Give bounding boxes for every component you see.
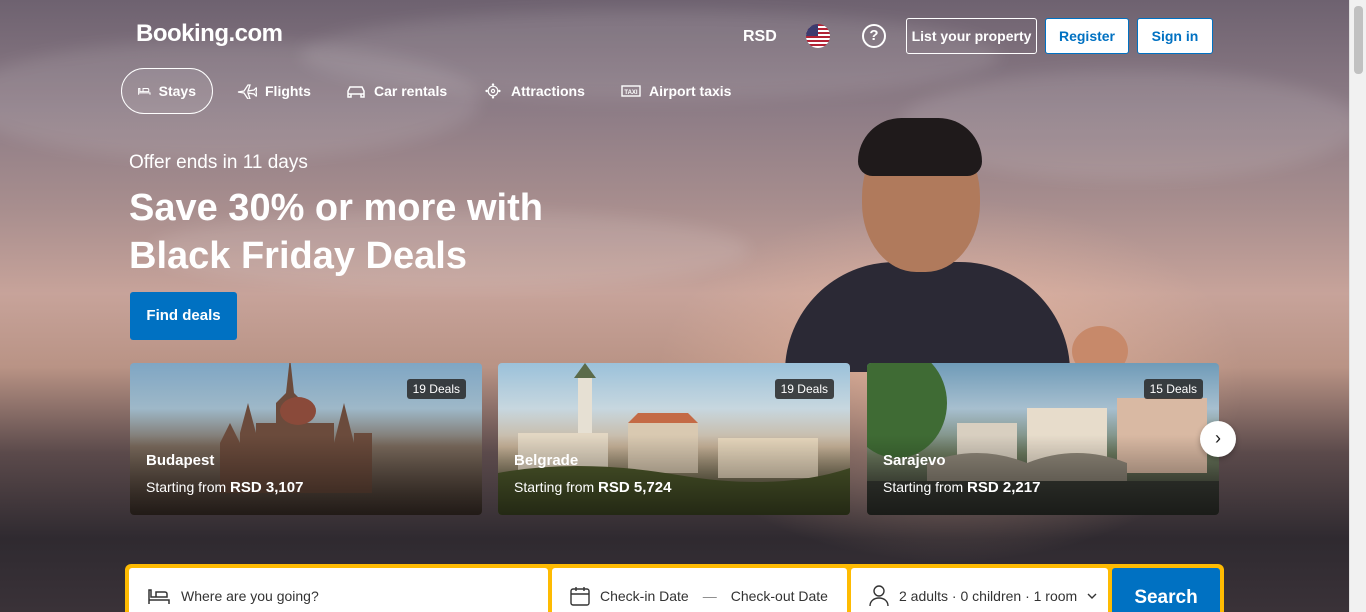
register-button[interactable]: Register <box>1045 18 1129 54</box>
guests-summary: 2 adults · 0 children · 1 room <box>899 588 1078 604</box>
deal-card-sarajevo[interactable]: 15 Deals Sarajevo Starting from RSD 2,21… <box>867 363 1219 515</box>
find-deals-button[interactable]: Find deals <box>130 292 237 340</box>
deal-count-badge: 19 Deals <box>406 379 466 399</box>
nav-tab-label: Airport taxis <box>649 83 732 99</box>
hero-headline: Save 30% or more with Black Friday Deals <box>129 184 649 280</box>
scrollbar-thumb[interactable] <box>1354 6 1363 74</box>
person-icon <box>869 585 889 607</box>
bed-icon <box>138 87 151 95</box>
deal-count-badge: 15 Deals <box>1143 379 1203 399</box>
car-icon <box>347 86 365 98</box>
calendar-icon <box>570 587 590 606</box>
destination-field[interactable]: Where are you going? <box>129 568 548 612</box>
bed-icon <box>148 589 170 604</box>
hero-person-hair <box>858 118 982 176</box>
nav-tab-airport-taxis[interactable]: TAXI Airport taxis <box>605 68 747 114</box>
page-scrollbar[interactable] <box>1349 0 1366 612</box>
nav-tab-label: Flights <box>265 83 311 99</box>
help-icon[interactable]: ? <box>862 24 886 48</box>
checkin-date[interactable]: Check-in Date <box>600 588 689 604</box>
deal-city: Budapest <box>146 452 215 469</box>
date-separator: — <box>702 588 717 604</box>
deal-card-budapest[interactable]: 19 Deals Budapest Starting from RSD 3,10… <box>130 363 482 515</box>
deal-price: Starting from RSD 3,107 <box>146 479 304 496</box>
chevron-down-icon <box>1087 593 1097 599</box>
nav-tab-label: Stays <box>158 83 196 99</box>
ferris-wheel-icon <box>485 83 501 99</box>
carousel-next-button[interactable]: › <box>1200 421 1236 457</box>
offer-countdown: Offer ends in 11 days <box>129 152 308 173</box>
deal-city: Sarajevo <box>883 452 946 469</box>
sign-in-button[interactable]: Sign in <box>1137 18 1213 54</box>
booking-logo[interactable]: Booking.com <box>136 20 283 48</box>
guests-field[interactable]: 2 adults · 0 children · 1 room <box>851 568 1108 612</box>
list-property-button[interactable]: List your property <box>906 18 1037 54</box>
nav-tab-car-rentals[interactable]: Car rentals <box>330 68 463 114</box>
checkout-date[interactable]: Check-out Date <box>731 588 828 604</box>
date-range-field[interactable]: Check-in Date — Check-out Date <box>552 568 847 612</box>
headline-line-2: Black Friday Deals <box>129 235 467 277</box>
taxi-icon: TAXI <box>621 85 641 97</box>
deal-price: Starting from RSD 5,724 <box>514 479 672 496</box>
deal-price: Starting from RSD 2,217 <box>883 479 1041 496</box>
nav-tab-label: Attractions <box>511 83 585 99</box>
us-flag-icon[interactable] <box>806 24 830 48</box>
headline-line-1: Save 30% or more with <box>129 187 543 229</box>
nav-tab-attractions[interactable]: Attractions <box>467 68 601 114</box>
destination-placeholder: Where are you going? <box>181 588 319 604</box>
deal-card-belgrade[interactable]: 19 Deals Belgrade Starting from RSD 5,72… <box>498 363 850 515</box>
nav-tab-label: Car rentals <box>374 83 448 99</box>
currency-selector[interactable]: RSD <box>743 28 777 46</box>
plane-icon <box>237 84 257 99</box>
nav-tab-stays[interactable]: Stays <box>121 68 213 114</box>
svg-text:TAXI: TAXI <box>624 90 638 96</box>
search-bar: Where are you going? Check-in Date — Che… <box>125 564 1224 612</box>
search-button[interactable]: Search <box>1112 568 1220 612</box>
deal-count-badge: 19 Deals <box>774 379 834 399</box>
nav-tab-flights[interactable]: Flights <box>221 68 327 114</box>
deal-city: Belgrade <box>514 452 579 469</box>
